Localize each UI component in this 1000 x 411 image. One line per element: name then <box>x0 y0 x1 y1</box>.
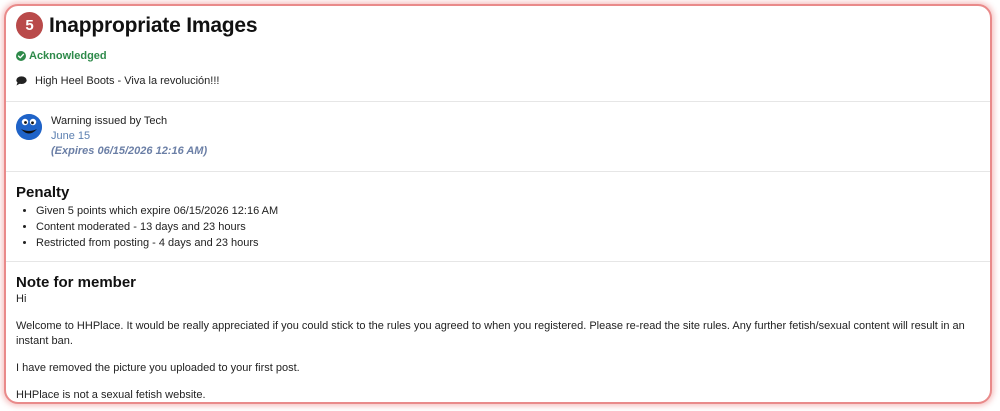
title-row: 5 Inappropriate Images <box>16 12 258 39</box>
acknowledged-status: Acknowledged <box>16 50 107 62</box>
check-circle-icon <box>16 51 26 61</box>
comment-icon <box>16 76 27 86</box>
expiry-text: (Expires 06/15/2026 12:16 AM) <box>51 145 208 157</box>
warning-card: 5 Inappropriate Images Acknowledged High… <box>4 4 992 404</box>
avatar[interactable] <box>16 114 42 140</box>
status-label: Acknowledged <box>29 50 107 62</box>
divider <box>6 171 990 172</box>
page-title: Inappropriate Images <box>49 13 258 37</box>
note-paragraph: HHPlace is not a sexual fetish website. <box>16 389 206 401</box>
divider <box>6 101 990 102</box>
list-item: Given 5 points which expire 06/15/2026 1… <box>36 203 278 219</box>
issue-date[interactable]: June 15 <box>51 130 90 142</box>
thread-title[interactable]: High Heel Boots - Viva la revolución!!! <box>35 75 219 87</box>
list-item: Content moderated - 13 days and 23 hours <box>36 219 278 235</box>
note-heading: Note for member <box>16 274 137 291</box>
thread-link[interactable]: High Heel Boots - Viva la revolución!!! <box>16 75 219 87</box>
note-paragraph: Hi <box>16 293 27 305</box>
issued-by: Warning issued by Tech <box>51 115 168 127</box>
penalty-list: Given 5 points which expire 06/15/2026 1… <box>16 203 278 251</box>
list-item: Restricted from posting - 4 days and 23 … <box>36 235 278 251</box>
points-badge: 5 <box>16 12 43 39</box>
note-paragraph: I have removed the picture you uploaded … <box>16 362 300 374</box>
penalty-heading: Penalty <box>16 184 70 201</box>
divider <box>6 261 990 262</box>
cookie-monster-avatar-icon <box>16 114 42 140</box>
note-paragraph: Welcome to HHPlace. It would be really a… <box>16 320 965 347</box>
